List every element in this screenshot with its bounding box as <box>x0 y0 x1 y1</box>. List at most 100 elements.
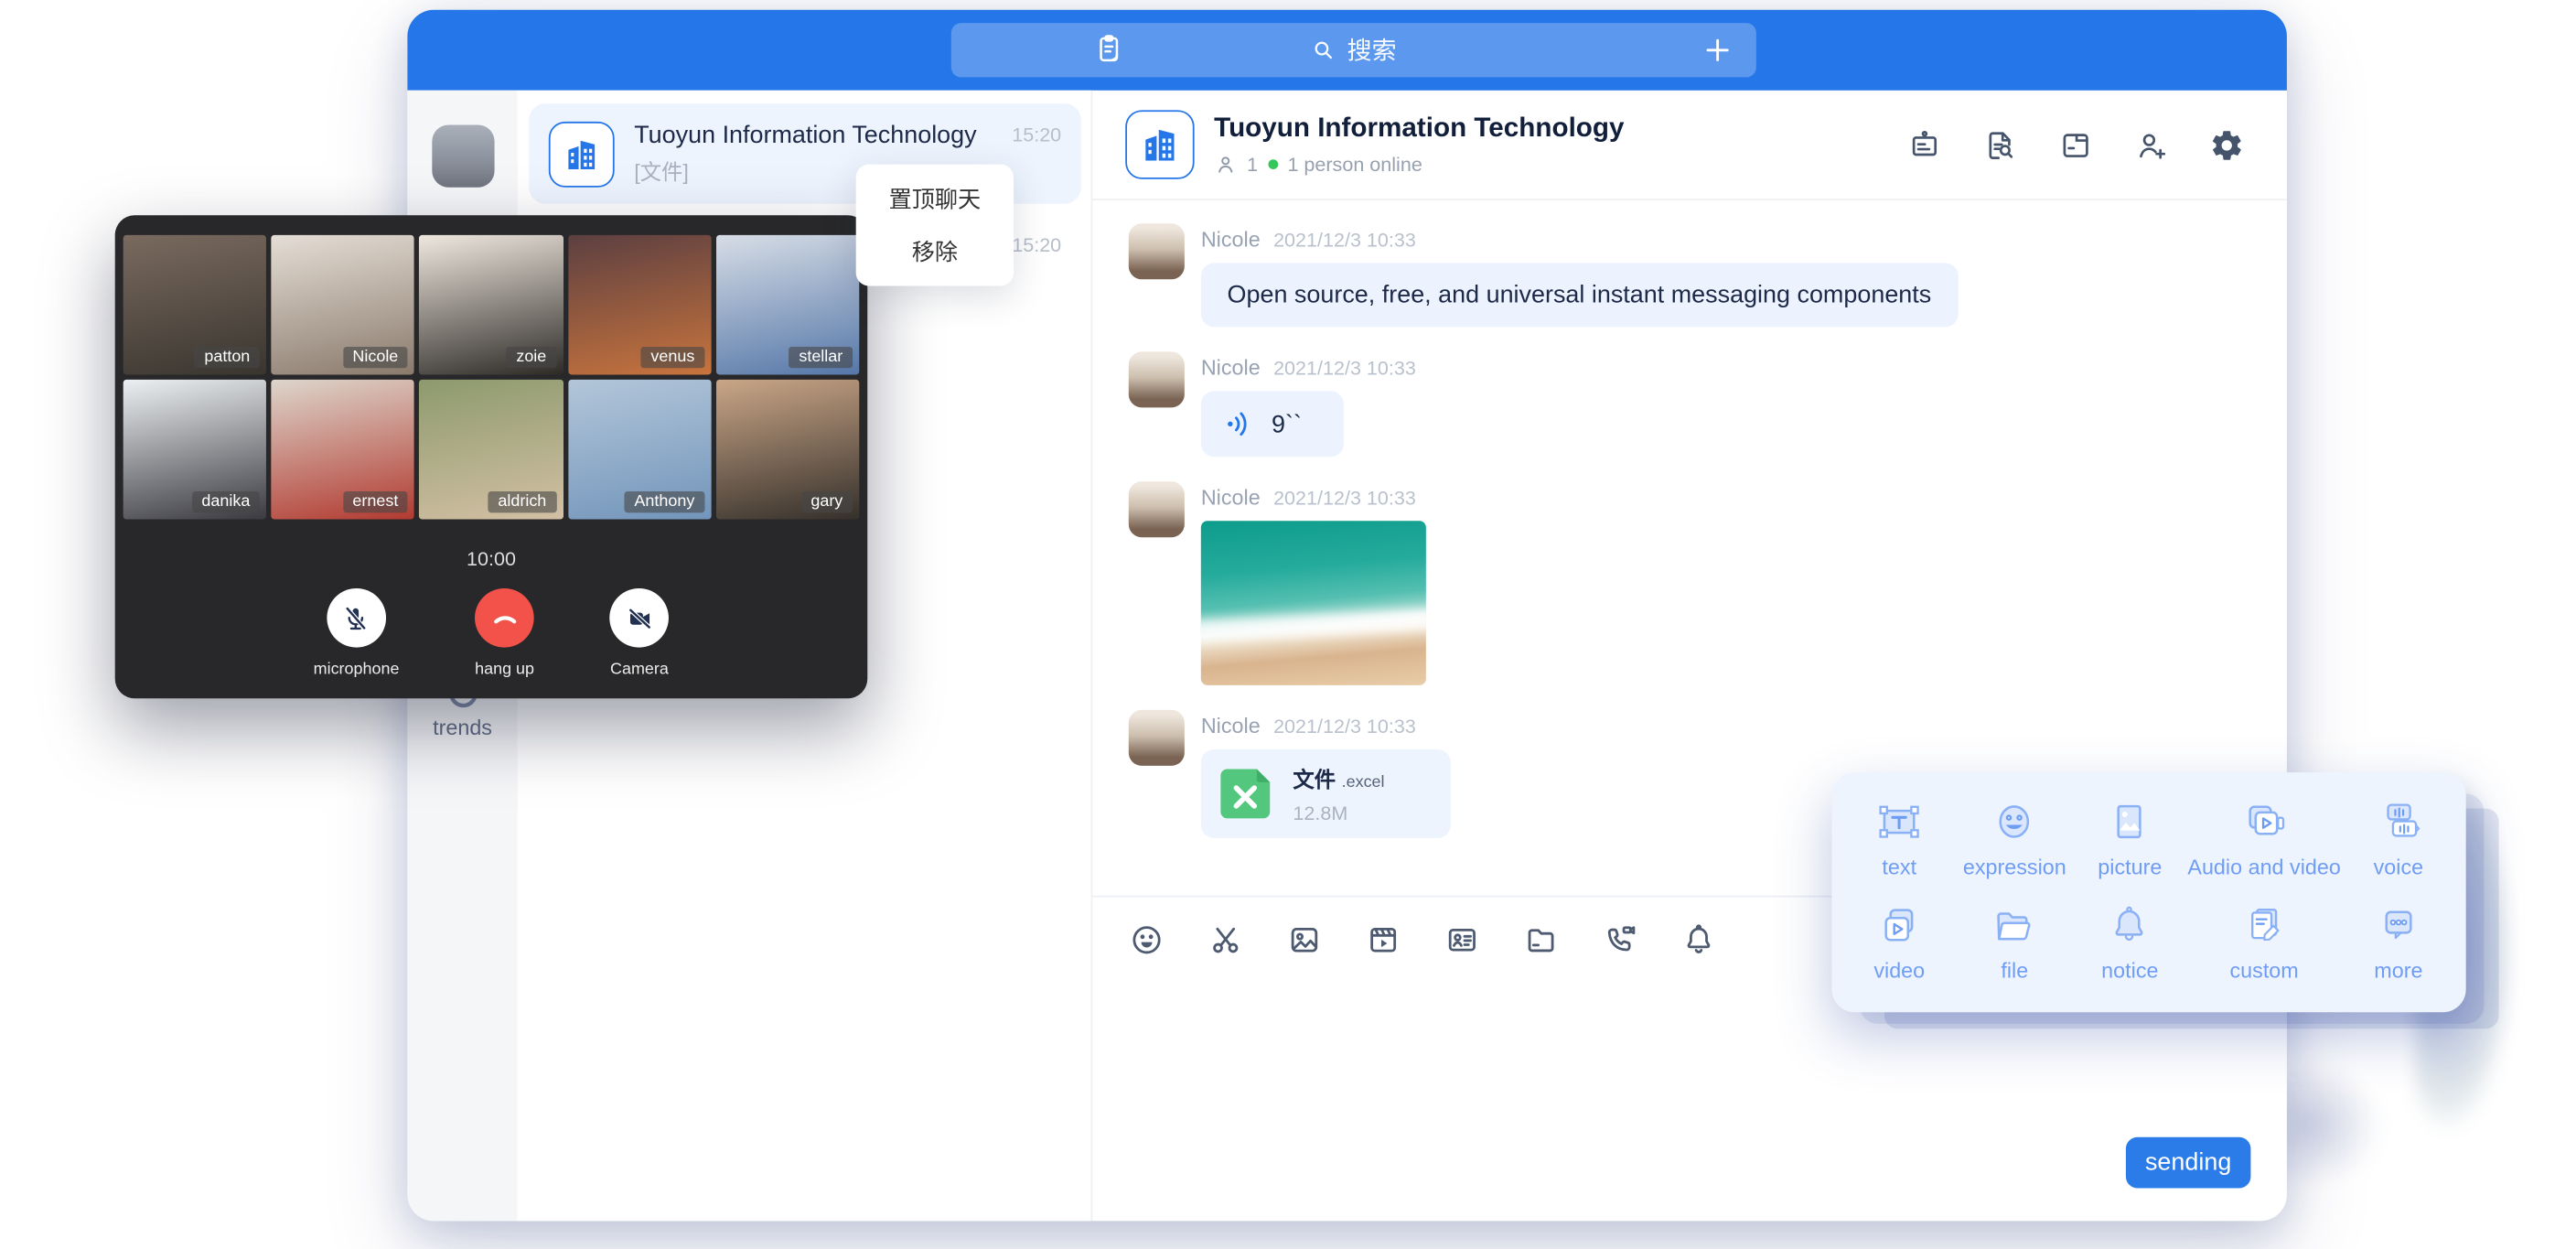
search-bar[interactable]: 搜索 <box>951 23 1756 77</box>
participant-name: zoie <box>507 347 557 368</box>
message-type-icon <box>2239 900 2289 950</box>
message-type-item[interactable]: notice <box>2072 900 2187 983</box>
message-type-label: video <box>1841 958 1957 983</box>
message-type-label: picture <box>2072 855 2187 879</box>
participant-tile[interactable]: patton <box>123 235 267 375</box>
participant-name: patton <box>195 347 261 368</box>
message-type-item[interactable]: custom <box>2187 900 2340 983</box>
toolbar-icon[interactable] <box>1208 922 1244 959</box>
voice-duration: 9`` <box>1272 410 1302 438</box>
toolbar-icon[interactable] <box>1523 922 1560 959</box>
participant-name: venus <box>641 347 704 368</box>
message-time: 2021/12/3 10:33 <box>1273 357 1416 380</box>
header-action-icon[interactable] <box>1907 127 1942 162</box>
header-action-icon[interactable] <box>2134 127 2169 162</box>
call-control[interactable]: microphone <box>314 588 400 679</box>
participant-name: Nicole <box>343 347 408 368</box>
avatar[interactable] <box>1129 481 1185 537</box>
participant-tile[interactable]: ernest <box>272 380 415 520</box>
call-duration: 10:00 <box>115 547 868 570</box>
participant-name: Anthony <box>625 491 704 512</box>
group-avatar[interactable] <box>1125 110 1194 178</box>
message-type-item[interactable]: text <box>1841 797 1957 879</box>
header-action-icon[interactable] <box>2210 127 2245 162</box>
context-menu-item[interactable]: 移除 <box>856 225 1014 277</box>
conversation-time: 15:20 <box>1012 233 1061 256</box>
call-controls: microphone hang up Camera <box>115 588 868 679</box>
beach-photo[interactable] <box>1201 521 1426 685</box>
message-type-label: file <box>1957 958 2072 983</box>
call-log-icon[interactable] <box>1092 33 1125 66</box>
message-type-item[interactable]: voice <box>2341 797 2456 879</box>
member-count: 1 <box>1247 153 1258 176</box>
toolbar-icon[interactable] <box>1680 922 1717 959</box>
toolbar-icon[interactable] <box>1444 922 1481 959</box>
chat-header-actions <box>1907 127 2244 162</box>
participant-tile[interactable]: Nicole <box>272 235 415 375</box>
message-type-item[interactable]: Audio and video <box>2187 797 2340 879</box>
participant-tile[interactable]: aldrich <box>420 380 564 520</box>
message-time: 2021/12/3 10:33 <box>1273 487 1416 510</box>
plus-icon[interactable] <box>1702 35 1733 66</box>
avatar[interactable] <box>1129 351 1185 407</box>
message-author: Nicole <box>1201 355 1261 380</box>
message-time: 2021/12/3 10:33 <box>1273 715 1416 738</box>
message-bubble[interactable]: Open source, free, and universal instant… <box>1201 263 1958 327</box>
group-avatar <box>549 121 615 187</box>
participant-tile[interactable]: danika <box>123 380 267 520</box>
call-control-icon <box>624 602 655 633</box>
participant-tile[interactable]: Anthony <box>568 380 712 520</box>
voice-bubble[interactable]: 9`` <box>1201 391 1345 457</box>
message-type-icon <box>1874 797 1924 846</box>
message-type-item[interactable]: file <box>1957 900 2072 983</box>
participant-name: danika <box>192 491 260 512</box>
message-type-label: custom <box>2187 958 2340 983</box>
message-type-icon <box>2374 900 2423 950</box>
message-type-panel: text expression picture Audio and video … <box>1831 772 2465 1012</box>
excel-file-icon <box>1214 762 1276 824</box>
message-type-icon <box>1874 900 1924 950</box>
search-icon <box>1311 38 1336 62</box>
toolbar-icon[interactable] <box>1286 922 1323 959</box>
file-card[interactable]: 文件 .excel 12.8M <box>1201 749 1451 838</box>
participant-tile[interactable]: stellar <box>716 235 860 375</box>
send-button[interactable]: sending <box>2126 1137 2250 1189</box>
user-avatar[interactable] <box>431 124 493 187</box>
message-type-item[interactable]: expression <box>1957 797 2072 879</box>
chat-header: Tuoyun Information Technology 1 1 person… <box>1092 91 2287 200</box>
header-action-icon[interactable] <box>1983 127 2018 162</box>
conversation-title: Tuoyun Information Technology <box>634 122 992 150</box>
message-type-item[interactable]: picture <box>2072 797 2187 879</box>
participant-tile[interactable]: zoie <box>420 235 564 375</box>
avatar[interactable] <box>1129 223 1185 279</box>
avatar[interactable] <box>1129 710 1185 766</box>
voice-wave-icon <box>1224 407 1257 440</box>
page: 搜索 trends Tuo <box>0 0 2576 1229</box>
toolbar-icon[interactable] <box>1365 922 1401 959</box>
file-name: 文件 <box>1293 768 1336 792</box>
building-icon <box>562 134 601 173</box>
message-type-item[interactable]: video <box>1841 900 1957 983</box>
message-type-item[interactable]: more <box>2341 900 2456 983</box>
call-control[interactable]: Camera <box>610 588 670 679</box>
participant-name: aldrich <box>488 491 556 512</box>
online-status: 1 person online <box>1287 153 1422 176</box>
participant-tile[interactable]: venus <box>568 235 712 375</box>
message-author: Nicole <box>1201 713 1261 738</box>
video-call-overlay: patton Nicole zoie venus stellar danika … <box>115 215 868 698</box>
message-image: Nicole 2021/12/3 10:33 <box>1129 481 2287 685</box>
message-type-icon <box>2239 797 2289 846</box>
context-menu-item[interactable]: 置顶聊天 <box>856 173 1014 225</box>
message-type-icon <box>2105 797 2154 846</box>
header-action-icon[interactable] <box>2058 127 2093 162</box>
participant-name: stellar <box>789 347 853 368</box>
message-type-icon <box>1990 900 2039 950</box>
participant-tile[interactable]: gary <box>716 380 860 520</box>
toolbar-icon[interactable] <box>1129 922 1165 959</box>
file-ext: .excel <box>1342 774 1385 792</box>
online-dot <box>1268 159 1278 169</box>
message-author: Nicole <box>1201 485 1261 510</box>
call-control[interactable]: hang up <box>475 588 534 679</box>
trends-label: trends <box>407 715 517 739</box>
toolbar-icon[interactable] <box>1602 922 1638 959</box>
